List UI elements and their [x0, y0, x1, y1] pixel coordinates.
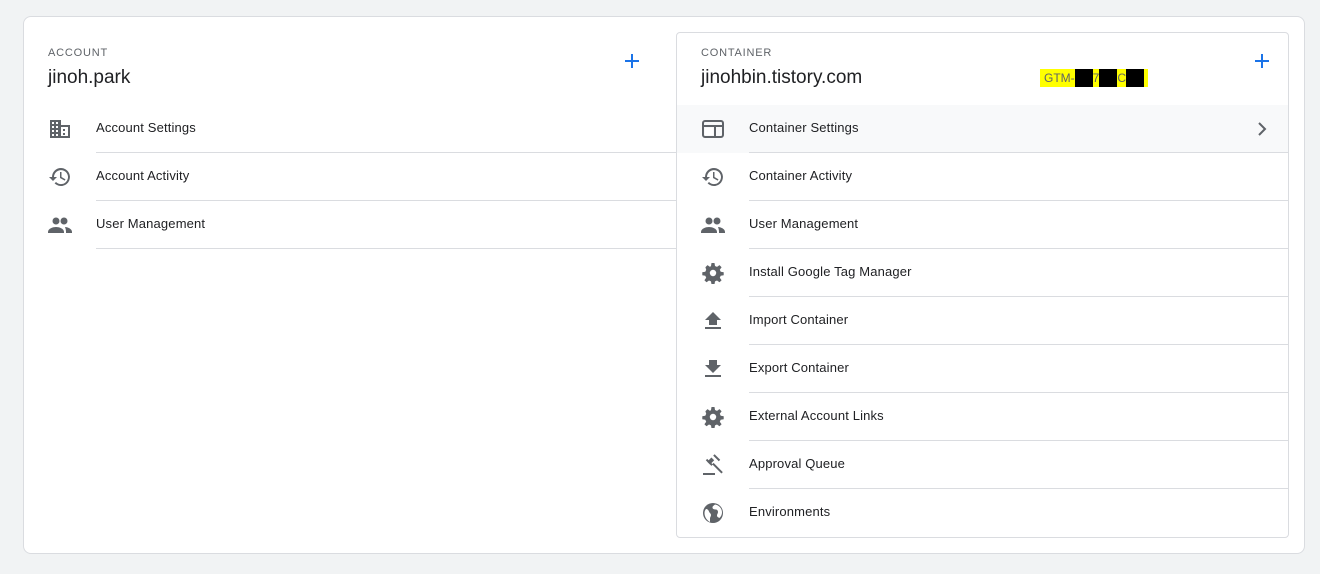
- external-account-links-item[interactable]: External Account Links: [677, 393, 1288, 441]
- redaction-box: [1099, 69, 1118, 87]
- account-name: jinoh.park: [48, 67, 131, 88]
- download-icon: [701, 357, 725, 381]
- gavel-icon: [701, 453, 725, 477]
- approval-queue-item[interactable]: Approval Queue: [677, 441, 1288, 489]
- export-container-item[interactable]: Export Container: [677, 345, 1288, 393]
- container-settings-label: Container Settings: [749, 120, 859, 135]
- redaction-box: [1126, 69, 1145, 87]
- container-section-label: CONTAINER: [701, 47, 773, 59]
- container-user-management-label: User Management: [749, 216, 859, 231]
- container-id-char: 7: [1092, 71, 1100, 85]
- container-id: GTM- 7 C: [1040, 69, 1149, 87]
- history-icon: [701, 165, 725, 189]
- account-user-management-label: User Management: [96, 216, 206, 231]
- environments-label: Environments: [749, 504, 831, 519]
- chevron-right-icon: [1252, 119, 1272, 139]
- container-id-prefix: GTM-: [1044, 71, 1075, 85]
- container-menu: Container Settings Container Activity Us…: [677, 105, 1288, 537]
- export-container-label: Export Container: [749, 360, 849, 375]
- upload-icon: [701, 309, 725, 333]
- container-name: jinohbin.tistory.com: [701, 67, 863, 88]
- account-column: ACCOUNT jinoh.park Account Settings Acco…: [24, 17, 684, 553]
- people-icon: [701, 213, 725, 237]
- plus-icon: [625, 54, 639, 68]
- environments-item[interactable]: Environments: [677, 489, 1288, 537]
- gear-icon: [701, 261, 725, 285]
- gear-icon: [701, 405, 725, 429]
- container-activity-label: Container Activity: [749, 168, 853, 183]
- external-account-links-label: External Account Links: [749, 408, 884, 423]
- container-settings-item[interactable]: Container Settings: [677, 105, 1288, 153]
- container-activity-item[interactable]: Container Activity: [677, 153, 1288, 201]
- container-user-management-item[interactable]: User Management: [677, 201, 1288, 249]
- install-gtm-item[interactable]: Install Google Tag Manager: [677, 249, 1288, 297]
- install-gtm-label: Install Google Tag Manager: [749, 264, 912, 279]
- globe-icon: [701, 501, 725, 525]
- account-menu: Account Settings Account Activity User M…: [24, 105, 684, 249]
- account-activity-label: Account Activity: [96, 168, 190, 183]
- container-card: CONTAINER jinohbin.tistory.com GTM- 7 C: [676, 32, 1289, 538]
- import-container-item[interactable]: Import Container: [677, 297, 1288, 345]
- history-icon: [48, 165, 72, 189]
- add-account-button[interactable]: [620, 49, 644, 73]
- redaction-box: [1074, 69, 1093, 87]
- account-user-management-item[interactable]: User Management: [24, 201, 684, 249]
- add-container-button[interactable]: [1250, 49, 1274, 73]
- building-icon: [48, 117, 72, 141]
- divider: [96, 248, 684, 249]
- web-window-icon: [701, 117, 725, 141]
- account-settings-item[interactable]: Account Settings: [24, 105, 684, 153]
- admin-panel: ACCOUNT jinoh.park Account Settings Acco…: [23, 16, 1305, 554]
- import-container-label: Import Container: [749, 312, 849, 327]
- plus-icon: [1255, 54, 1269, 68]
- approval-queue-label: Approval Queue: [749, 456, 846, 471]
- account-activity-item[interactable]: Account Activity: [24, 153, 684, 201]
- people-icon: [48, 213, 72, 237]
- account-section-label: ACCOUNT: [48, 47, 108, 59]
- container-id-char: C: [1117, 71, 1127, 85]
- account-settings-label: Account Settings: [96, 120, 196, 135]
